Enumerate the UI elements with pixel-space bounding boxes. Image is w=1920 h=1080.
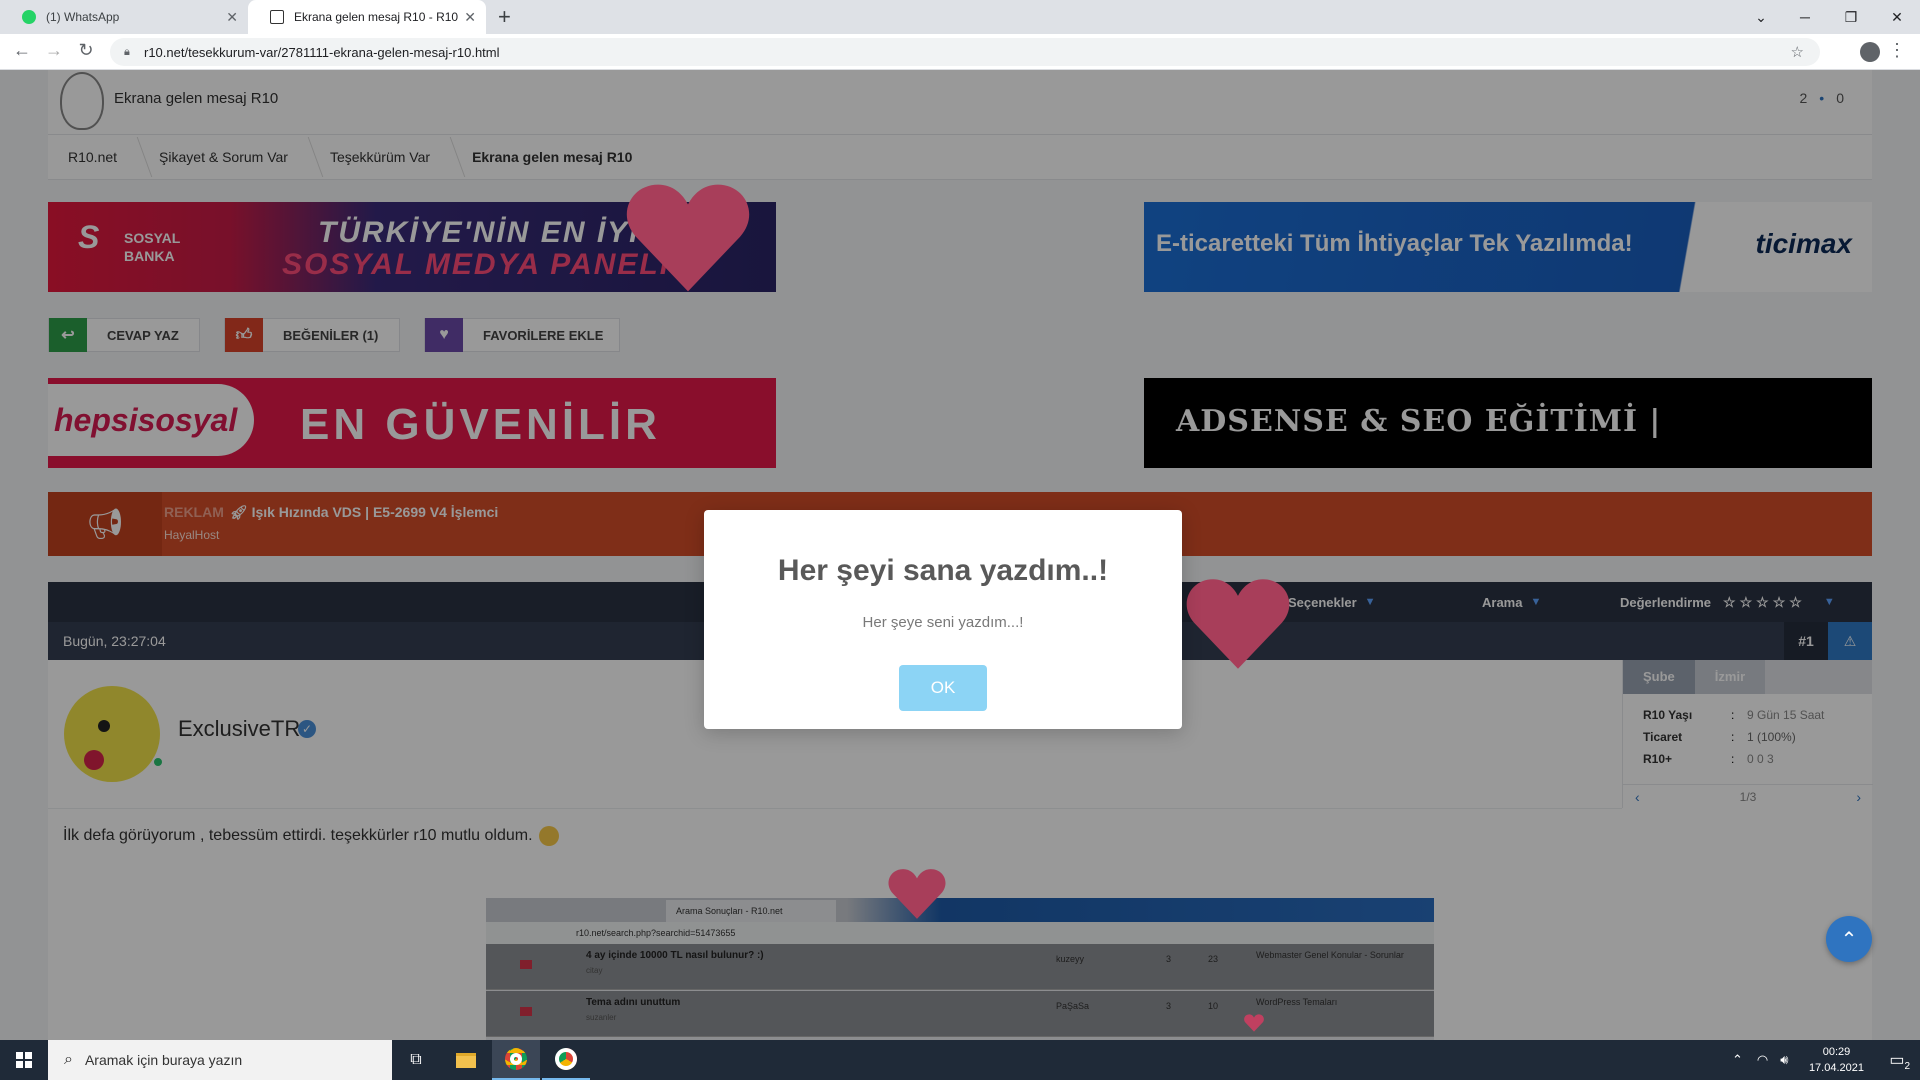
- scroll-to-top-button[interactable]: ⌃: [1826, 916, 1872, 962]
- dialog-text: Her şeye seni yazdım...!: [862, 614, 1024, 631]
- tab-title: Ekrana gelen mesaj R10 - R10.net: [294, 10, 459, 24]
- tab-search-icon[interactable]: ⌄: [1738, 0, 1784, 34]
- dialog-title: Her şeyi sana yazdım..!: [777, 554, 1109, 587]
- file-explorer-icon[interactable]: [442, 1040, 490, 1080]
- profile-avatar-icon[interactable]: [1860, 42, 1880, 62]
- tab-title: (1) WhatsApp: [46, 10, 120, 24]
- heart-icon: [888, 869, 946, 919]
- url-text: r10.net/tesekkurum-var/2781111-ekrana-ge…: [144, 44, 500, 60]
- volume-icon[interactable]: 🔊︎: [1780, 1052, 1788, 1068]
- clock-date: 17.04.2021: [1808, 1062, 1864, 1074]
- bookmark-star-icon[interactable]: ☆: [1791, 43, 1804, 61]
- search-placeholder: Aramak için buraya yazın: [84, 1052, 243, 1068]
- address-bar-row: ← → ↻ 🔒︎ r10.net/tesekkurum-var/2781111-…: [0, 34, 1920, 70]
- browser-tab-bar: (1) WhatsApp ✕ Ekrana gelen mesaj R10 - …: [0, 0, 1920, 34]
- back-icon[interactable]: ←: [10, 40, 34, 61]
- maximize-button[interactable]: ❐: [1828, 0, 1874, 34]
- taskbar: ⌕ Aramak için buraya yazın ⧉ ⌃ ◠ 🔊︎ 00:2…: [0, 1040, 1920, 1080]
- chrome-taskbar-icon-2[interactable]: [542, 1040, 590, 1080]
- new-tab-button[interactable]: +: [498, 4, 511, 30]
- search-icon: ⌕: [64, 1051, 73, 1068]
- tab-r10[interactable]: Ekrana gelen mesaj R10 - R10.net ✕: [248, 0, 486, 34]
- chrome-taskbar-icon[interactable]: [492, 1040, 540, 1080]
- windows-logo-icon: [16, 1052, 32, 1068]
- heart-icon: [626, 184, 750, 292]
- close-tab-icon[interactable]: ✕: [464, 9, 476, 26]
- heart-icon: [1244, 1014, 1264, 1032]
- heart-icon: [1186, 579, 1290, 669]
- web-page: Ekrana gelen mesaj R10 2 • 0 R10.net Şikay…: [0, 70, 1920, 1040]
- close-tab-icon[interactable]: ✕: [226, 9, 238, 26]
- forward-icon[interactable]: →: [42, 40, 66, 61]
- notification-count: 2: [1904, 1061, 1910, 1073]
- clock-time: 00:29: [1822, 1046, 1851, 1058]
- network-icon[interactable]: ◠: [1757, 1052, 1768, 1068]
- notification-center-icon[interactable]: ▭2: [1889, 1050, 1910, 1072]
- system-tray[interactable]: ⌃ ◠ 🔊︎: [1732, 1040, 1788, 1080]
- clock[interactable]: 00:29 17.04.2021: [1809, 1044, 1864, 1076]
- r10-favicon-icon: [270, 10, 284, 24]
- alert-dialog: Her şeyi sana yazdım..! Her şeye seni ya…: [704, 510, 1182, 729]
- close-window-button[interactable]: ✕: [1874, 0, 1920, 34]
- ok-button[interactable]: OK: [899, 665, 987, 711]
- url-input[interactable]: 🔒︎ r10.net/tesekkurum-var/2781111-ekrana…: [110, 38, 1820, 66]
- task-view-icon[interactable]: ⧉: [392, 1040, 440, 1080]
- chevron-up-icon[interactable]: ⌃: [1732, 1052, 1743, 1068]
- reload-icon[interactable]: ↻: [74, 40, 98, 61]
- browser-menu-icon[interactable]: ⋮: [1888, 40, 1906, 61]
- whatsapp-icon: [22, 10, 36, 24]
- tab-whatsapp[interactable]: (1) WhatsApp ✕: [0, 0, 248, 34]
- taskbar-search-input[interactable]: ⌕ Aramak için buraya yazın: [48, 1040, 392, 1080]
- lock-icon: 🔒︎: [124, 46, 130, 58]
- minimize-button[interactable]: ─: [1782, 0, 1828, 34]
- start-button[interactable]: [0, 1040, 48, 1080]
